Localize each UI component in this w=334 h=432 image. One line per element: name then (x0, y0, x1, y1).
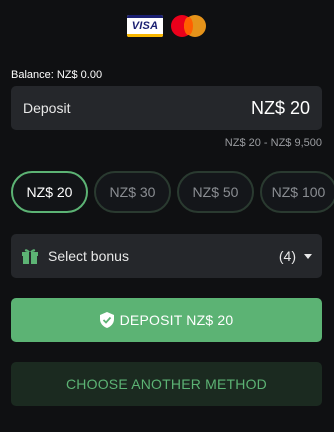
amount-chip-30[interactable]: NZ$ 30 (94, 171, 171, 213)
shield-check-icon (99, 312, 114, 328)
deposit-button[interactable]: DEPOSIT NZ$ 20 (11, 298, 322, 342)
deposit-label: Deposit (23, 100, 71, 116)
visa-card-icon: VISA (127, 15, 163, 37)
amount-chip-row: NZ$ 20 NZ$ 30 NZ$ 50 NZ$ 100 (11, 171, 334, 215)
deposit-button-label: DEPOSIT NZ$ 20 (119, 312, 234, 328)
amount-chip-50[interactable]: NZ$ 50 (177, 171, 254, 213)
chevron-down-icon (304, 253, 312, 259)
visa-logo-text: VISA (131, 20, 159, 32)
choose-another-method-button[interactable]: CHOOSE ANOTHER METHOD (11, 362, 322, 406)
deposit-amount-field[interactable]: Deposit NZ$ 20 (11, 86, 322, 130)
deposit-panel: VISA Balance: NZ$ 0.00 Deposit NZ$ 20 NZ$… (0, 0, 334, 432)
amount-chip-20[interactable]: NZ$ 20 (11, 171, 88, 213)
deposit-amount-value[interactable]: NZ$ 20 (251, 98, 310, 119)
choose-another-method-label: CHOOSE ANOTHER METHOD (66, 376, 267, 392)
select-bonus-dropdown[interactable]: Select bonus (4) (11, 234, 322, 278)
bonus-label: Select bonus (48, 248, 129, 264)
mastercard-icon (171, 15, 207, 37)
bonus-count: (4) (278, 248, 296, 264)
balance-label: Balance: (11, 69, 54, 81)
balance-amount: NZ$ 0.00 (56, 69, 103, 81)
amount-chip-100[interactable]: NZ$ 100 (260, 171, 334, 213)
payment-logos: VISA (127, 15, 207, 37)
gift-icon (22, 249, 38, 264)
deposit-range: NZ$ 20 - NZ$ 9,500 (224, 137, 322, 149)
balance-line: Balance: NZ$ 0.00 (11, 69, 102, 81)
